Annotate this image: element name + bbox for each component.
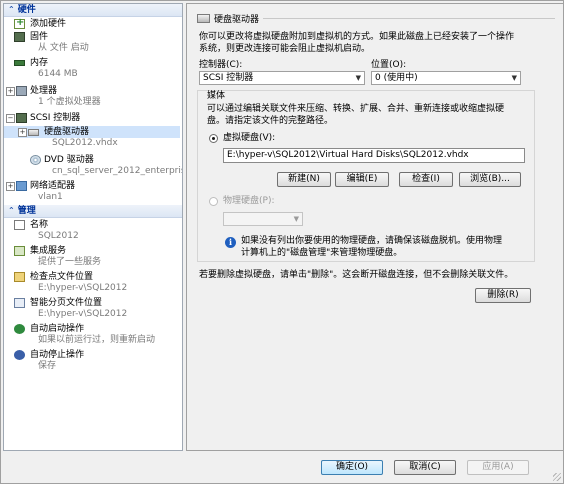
expand-icon[interactable]: + [6, 87, 15, 96]
scsi-controller-icon [16, 113, 27, 123]
hardware-header-label: 硬件 [17, 5, 36, 15]
name-icon [14, 220, 25, 230]
hard-drive-settings-panel: 硬盘驱动器 你可以更改将虚拟硬盘附加到虚拟机的方式。如果此磁盘上已经安装了一个操… [186, 3, 564, 451]
tree-item-name[interactable]: 名称 [4, 219, 180, 231]
checkpoint-folder-icon [14, 272, 25, 282]
tree-item-auto-start[interactable]: 自动启动操作 [4, 323, 180, 335]
tree-item-integration-services[interactable]: 集成服务 [4, 245, 180, 257]
management-section-header[interactable]: ⌃ 管理 [4, 205, 182, 218]
tree-item-dvd-drive[interactable]: DVD 驱动器 [4, 154, 180, 166]
vm-settings-window: ⌃ 硬件 添加硬件 固件 从 文件 启动 内存 6144 MB + 处理器 [0, 0, 564, 484]
physical-disk-info-line1: 如果没有列出你要使用的物理硬盘，请确保该磁盘脱机。使用物理 [241, 236, 503, 246]
tree-item-dvd-drive-detail: cn_sql_server_2012_enterpris... [52, 166, 183, 176]
physical-disk-info-line2: 计算机上的"磁盘管理"来管理物理硬盘。 [241, 248, 403, 258]
management-header-label: 管理 [17, 206, 36, 216]
controller-select[interactable]: SCSI 控制器 ▼ [199, 71, 365, 85]
tree-item-smart-paging-location-detail: E:\hyper-v\SQL2012 [38, 309, 128, 319]
virtual-disk-path-input[interactable]: E:\hyper-v\SQL2012\Virtual Hard Disks\SQ… [223, 148, 525, 163]
apply-button[interactable]: 应用(A) [467, 460, 529, 475]
tree-item-smart-paging-location[interactable]: 智能分页文件位置 [4, 297, 180, 309]
tree-item-processor-detail: 1 个虚拟处理器 [38, 97, 101, 107]
browse-button[interactable]: 浏览(B)... [459, 172, 521, 187]
auto-stop-icon [14, 350, 25, 360]
location-label: 位置(O): [371, 60, 407, 70]
integration-services-icon [14, 246, 25, 256]
location-select[interactable]: 0 (使用中) ▼ [371, 71, 521, 85]
tree-item-memory[interactable]: 内存 [4, 57, 180, 69]
tree-item-network-adapter-detail: vlan1 [38, 192, 63, 202]
chevron-down-icon: ▼ [293, 215, 299, 223]
tree-item-memory-detail: 6144 MB [38, 69, 78, 79]
auto-start-icon [14, 324, 25, 334]
controller-label: 控制器(C): [199, 60, 243, 70]
tree-item-firmware-detail: 从 文件 启动 [38, 43, 89, 53]
hard-drive-icon [28, 129, 39, 136]
tree-item-auto-stop[interactable]: 自动停止操作 [4, 349, 180, 361]
physical-disk-radio[interactable] [209, 197, 218, 206]
media-group-label: 媒体 [207, 91, 226, 101]
collapse-chevron-icon: ⌃ [8, 206, 15, 215]
tree-item-auto-start-detail: 如果以前运行过，则重新启动 [38, 335, 156, 345]
panel-description-line1: 你可以更改将虚拟硬盘附加到虚拟机的方式。如果此磁盘上已经安装了一个操作 [199, 32, 515, 42]
remove-button[interactable]: 删除(R) [475, 288, 531, 303]
processor-icon [16, 86, 27, 96]
tree-item-checkpoint-location-detail: E:\hyper-v\SQL2012 [38, 283, 128, 293]
tree-item-checkpoint-location[interactable]: 检查点文件位置 [4, 271, 180, 283]
edit-button[interactable]: 编辑(E) [335, 172, 389, 187]
collapse-chevron-icon: ⌃ [8, 5, 15, 14]
panel-header: 硬盘驱动器 [197, 12, 555, 25]
tree-item-integration-services-detail: 提供了一些服务 [38, 257, 102, 267]
resize-grip-icon[interactable] [553, 473, 561, 481]
remove-description: 若要删除虚拟硬盘，请单击"删除"。这会断开磁盘连接，但不会删除关联文件。 [199, 270, 514, 280]
media-description-line1: 可以通过编辑关联文件来压缩、转换、扩展、合并、重新连接或收缩虚拟硬 [207, 104, 505, 114]
chevron-down-icon: ▼ [511, 74, 517, 82]
inspect-button[interactable]: 检查(I) [399, 172, 453, 187]
tree-item-firmware[interactable]: 固件 [4, 31, 180, 43]
tree-item-add-hardware[interactable]: 添加硬件 [4, 17, 180, 30]
hard-drive-icon [197, 14, 210, 23]
physical-disk-radio-label[interactable]: 物理硬盘(P): [223, 195, 274, 207]
virtual-disk-radio[interactable] [209, 134, 218, 143]
media-description-line2: 盘。请指定该文件的完整路径。 [207, 116, 334, 126]
dvd-drive-icon [30, 155, 41, 165]
settings-tree[interactable]: ⌃ 硬件 添加硬件 固件 从 文件 启动 内存 6144 MB + 处理器 [3, 3, 183, 451]
tree-item-hard-drive[interactable]: + 硬盘驱动器 [4, 126, 180, 138]
collapse-icon[interactable]: − [6, 114, 15, 123]
memory-icon [14, 60, 25, 66]
tree-item-auto-stop-detail: 保存 [38, 361, 57, 371]
firmware-icon [14, 32, 25, 42]
header-divider [263, 18, 555, 19]
add-hardware-icon [14, 17, 25, 29]
physical-disk-select[interactable]: ▼ [223, 212, 303, 226]
tree-item-hard-drive-detail: SQL2012.vhdx [52, 138, 118, 148]
panel-title: 硬盘驱动器 [214, 15, 260, 25]
panel-description-line2: 系统，则更改连接可能会阻止虚拟机启动。 [199, 44, 371, 54]
tree-item-network-adapter[interactable]: + 网络适配器 [4, 180, 180, 192]
expand-icon[interactable]: + [18, 128, 27, 137]
hardware-section-header[interactable]: ⌃ 硬件 [4, 4, 182, 17]
cancel-button[interactable]: 取消(C) [394, 460, 456, 475]
tree-item-name-detail: SQL2012 [38, 231, 79, 241]
virtual-disk-radio-label[interactable]: 虚拟硬盘(V): [223, 132, 275, 144]
tree-item-scsi-controller[interactable]: − SCSI 控制器 [4, 112, 180, 124]
new-button[interactable]: 新建(N) [277, 172, 331, 187]
network-adapter-icon [16, 181, 27, 191]
chevron-down-icon: ▼ [355, 74, 361, 82]
ok-button[interactable]: 确定(O) [321, 460, 383, 475]
expand-icon[interactable]: + [6, 182, 15, 191]
smart-paging-icon [14, 298, 25, 308]
info-icon: i [225, 237, 236, 248]
tree-item-processor[interactable]: + 处理器 [4, 85, 180, 97]
